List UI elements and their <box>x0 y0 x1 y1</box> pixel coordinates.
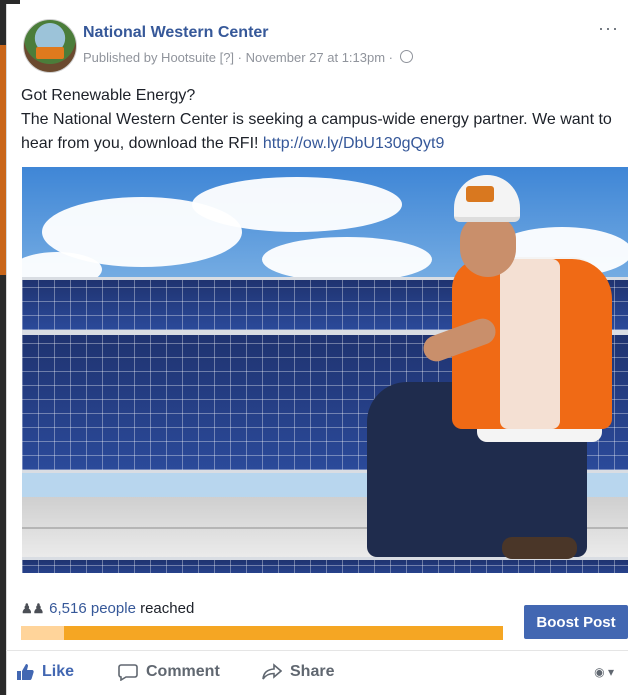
post-photo[interactable] <box>22 167 628 573</box>
post-text: Got Renewable Energy? The National Weste… <box>21 84 621 156</box>
worker-shirt-front <box>500 259 560 429</box>
reach-progress-bar <box>21 626 503 640</box>
post-card: National Western Center Published by Hoo… <box>6 4 628 695</box>
comment-icon <box>118 664 138 681</box>
reach-progress-organic <box>21 626 65 640</box>
post-actions-bar: Like Comment Share ◉ ▾ <box>6 650 628 696</box>
reach-count[interactable]: 6,516 people <box>49 600 136 617</box>
hard-hat-logo <box>466 186 494 202</box>
like-label: Like <box>42 663 75 680</box>
reach-progress-fill <box>21 626 503 640</box>
post-headline: Got Renewable Energy? <box>21 87 196 104</box>
share-label: Share <box>290 663 335 680</box>
reach-suffix: reached <box>140 600 195 617</box>
worker-boot <box>502 537 577 559</box>
audience-selector-icon[interactable]: ◉ ▾ <box>594 665 614 679</box>
reach-summary: ♟♟ 6,516 people reached <box>21 600 194 617</box>
worker-face <box>460 215 516 277</box>
people-icon: ♟♟ <box>21 601 45 616</box>
like-button[interactable]: Like <box>16 663 74 681</box>
like-icon <box>17 664 34 680</box>
post-meta-text: Published by Hootsuite [?] · November 27… <box>83 50 393 65</box>
boost-post-button[interactable]: Boost Post <box>524 605 628 639</box>
post-meta: Published by Hootsuite [?] · November 27… <box>83 50 413 65</box>
comment-button[interactable]: Comment <box>118 663 220 681</box>
page-avatar[interactable] <box>23 19 77 73</box>
share-icon <box>262 663 282 680</box>
solar-panel-row <box>22 557 628 573</box>
cloud <box>262 237 432 282</box>
share-button[interactable]: Share <box>262 663 334 681</box>
post-link[interactable]: http://ow.ly/DbU130gQyt9 <box>263 135 444 152</box>
cloud <box>192 177 402 232</box>
more-icon[interactable]: ··· <box>598 18 619 39</box>
avatar-logo <box>36 47 64 59</box>
comment-label: Comment <box>146 663 220 680</box>
globe-icon <box>399 50 413 63</box>
page-name-link[interactable]: National Western Center <box>83 24 269 42</box>
